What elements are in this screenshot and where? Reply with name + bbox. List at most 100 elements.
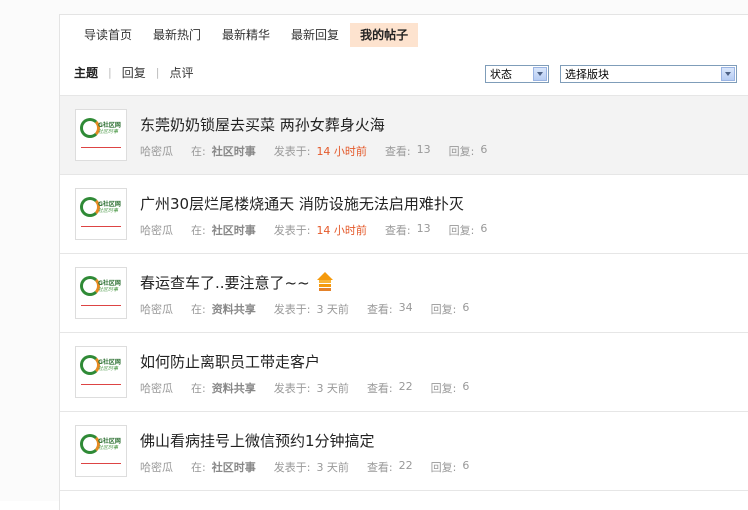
thread-title[interactable]: 广州30层烂尾楼烧通天 消防设施无法启用难扑灭 (140, 193, 464, 214)
tab-my-posts[interactable]: 我的帖子 (350, 23, 419, 47)
posted-label: 发表于: (273, 461, 311, 474)
view-count: 13 (416, 143, 431, 156)
thread-forum[interactable]: 资料共享 (212, 301, 256, 317)
posted-label: 发表于: (273, 224, 311, 237)
reply-count: 6 (480, 143, 488, 156)
status-select-value: 状态 (490, 68, 512, 81)
logo-icon (80, 197, 100, 217)
table-row: G社区网 社区时事 春运查车了..要注意了~~ 哈密瓜 在: 资料共享 发表于:… (60, 254, 748, 333)
subtab-replies[interactable]: 回复 (122, 64, 146, 81)
in-label: 在: (191, 382, 206, 395)
page-background: 导读首页 最新热门 最新精华 最新回复 我的帖子 主题 | 回复 | 点评 状态… (0, 0, 748, 510)
in-label: 在: (191, 224, 206, 237)
divider: | (108, 66, 112, 79)
thread-title[interactable]: 如何防止离职员工带走客户 (140, 351, 320, 372)
views-label: 查看: (384, 224, 411, 237)
thread-meta: 哈密瓜 在: 社区时事 发表于: 14 小时前 查看: 13 回复: 6 (140, 143, 487, 159)
logo-line (81, 384, 121, 385)
subtab-threads[interactable]: 主题 (74, 64, 98, 81)
thread-time: 3 天前 (316, 461, 349, 474)
posted-label: 发表于: (273, 145, 311, 158)
replies-label: 回复: (448, 145, 475, 158)
thread-time: 3 天前 (316, 382, 349, 395)
avatar[interactable]: G社区网 社区时事 (75, 267, 127, 319)
main-panel: 导读首页 最新热门 最新精华 最新回复 我的帖子 主题 | 回复 | 点评 状态… (59, 14, 748, 510)
thread-title[interactable]: 佛山看病挂号上微信预约1分钟搞定 (140, 430, 375, 451)
table-row: G社区网 社区时事 佛山看病挂号上微信预约1分钟搞定 哈密瓜 在: 社区时事 发… (60, 412, 748, 491)
thread-time: 3 天前 (316, 303, 349, 316)
forum-select-value: 选择版块 (565, 68, 609, 81)
views-label: 查看: (366, 461, 393, 474)
reply-count: 6 (480, 222, 488, 235)
logo-icon (80, 355, 100, 375)
thread-meta: 哈密瓜 在: 资料共享 发表于: 3 天前 查看: 34 回复: 6 (140, 301, 469, 317)
table-row: G社区网 社区时事 如何防止离职员工带走客户 哈密瓜 在: 资料共享 发表于: … (60, 333, 748, 412)
thread-meta: 哈密瓜 在: 社区时事 发表于: 3 天前 查看: 22 回复: 6 (140, 459, 469, 475)
status-select[interactable]: 状态 (485, 65, 549, 83)
thread-list: G社区网 社区时事 东莞奶奶锁屋去买菜 两孙女葬身火海 哈密瓜 在: 社区时事 … (60, 95, 748, 491)
posted-label: 发表于: (273, 303, 311, 316)
thread-author[interactable]: 哈密瓜 (140, 380, 173, 396)
replies-label: 回复: (448, 224, 475, 237)
main-tab-bar: 导读首页 最新热门 最新精华 最新回复 我的帖子 (74, 23, 419, 47)
table-row: G社区网 社区时事 东莞奶奶锁屋去买菜 两孙女葬身火海 哈密瓜 在: 社区时事 … (60, 95, 748, 175)
thread-author[interactable]: 哈密瓜 (140, 222, 173, 238)
thread-title[interactable]: 春运查车了..要注意了~~ (140, 272, 334, 293)
logo-line (81, 463, 121, 464)
thread-author[interactable]: 哈密瓜 (140, 459, 173, 475)
avatar[interactable]: G社区网 社区时事 (75, 188, 127, 240)
divider: | (155, 66, 160, 79)
replies-label: 回复: (430, 461, 457, 474)
view-count: 34 (398, 301, 413, 314)
thread-forum[interactable]: 资料共享 (212, 380, 256, 396)
thread-forum[interactable]: 社区时事 (212, 459, 256, 475)
table-row: G社区网 社区时事 广州30层烂尾楼烧通天 消防设施无法启用难扑灭 哈密瓜 在:… (60, 175, 748, 254)
tab-latest-replies[interactable]: 最新回复 (281, 23, 349, 47)
thread-meta: 哈密瓜 在: 社区时事 发表于: 14 小时前 查看: 13 回复: 6 (140, 222, 487, 238)
posted-label: 发表于: (273, 382, 311, 395)
thread-title-text[interactable]: 春运查车了..要注意了~~ (140, 274, 310, 292)
replies-label: 回复: (430, 303, 457, 316)
logo-tagline: 社区时事 (98, 445, 119, 451)
views-label: 查看: (366, 303, 393, 316)
avatar[interactable]: G社区网 社区时事 (75, 346, 127, 398)
forum-select[interactable]: 选择版块 (560, 65, 737, 83)
logo-tagline: 社区时事 (98, 287, 119, 293)
thread-author[interactable]: 哈密瓜 (140, 301, 173, 317)
logo-tagline: 社区时事 (98, 366, 119, 372)
subtab-comments[interactable]: 点评 (169, 64, 193, 81)
logo-tagline: 社区时事 (98, 208, 119, 214)
avatar[interactable]: G社区网 社区时事 (75, 109, 127, 161)
tab-latest-hot[interactable]: 最新热门 (143, 23, 211, 47)
thread-title[interactable]: 东莞奶奶锁屋去买菜 两孙女葬身火海 (140, 114, 385, 135)
hot-thread-icon (316, 272, 334, 292)
thread-time: 14 小时前 (316, 145, 367, 158)
in-label: 在: (191, 461, 206, 474)
view-count: 22 (398, 380, 413, 393)
thread-forum[interactable]: 社区时事 (212, 143, 256, 159)
logo-line (81, 305, 121, 306)
thread-meta: 哈密瓜 在: 资料共享 发表于: 3 天前 查看: 22 回复: 6 (140, 380, 469, 396)
filter-bar: 主题 | 回复 | 点评 状态 选择版块 (74, 61, 748, 87)
in-label: 在: (191, 303, 206, 316)
reply-count: 6 (462, 459, 470, 472)
logo-tagline: 社区时事 (98, 129, 119, 135)
chevron-down-icon (721, 67, 735, 81)
chevron-down-icon (533, 67, 547, 81)
in-label: 在: (191, 145, 206, 158)
thread-author[interactable]: 哈密瓜 (140, 143, 173, 159)
view-count: 22 (398, 459, 413, 472)
logo-icon (80, 118, 100, 138)
thread-forum[interactable]: 社区时事 (212, 222, 256, 238)
views-label: 查看: (384, 145, 411, 158)
logo-line (81, 147, 121, 148)
avatar[interactable]: G社区网 社区时事 (75, 425, 127, 477)
thread-time: 14 小时前 (316, 224, 367, 237)
logo-icon (80, 434, 100, 454)
view-count: 13 (416, 222, 431, 235)
logo-line (81, 226, 121, 227)
sub-tab-bar: 主题 | 回复 | 点评 (74, 64, 193, 81)
tab-guide-home[interactable]: 导读首页 (74, 23, 142, 47)
tab-latest-digest[interactable]: 最新精华 (212, 23, 280, 47)
views-label: 查看: (366, 382, 393, 395)
